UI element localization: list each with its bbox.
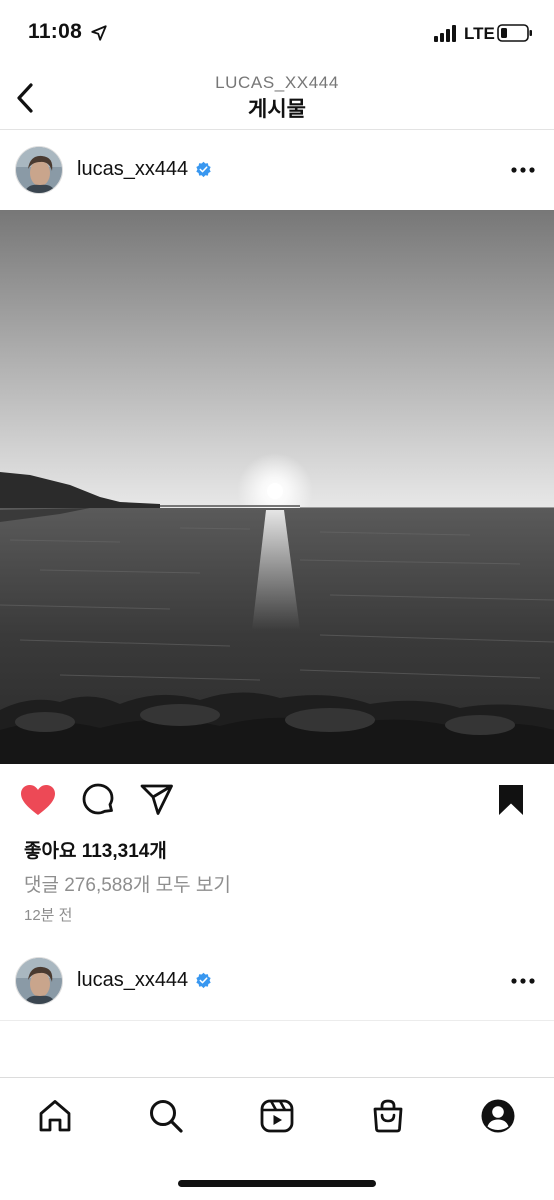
page-title: 게시물	[248, 98, 306, 121]
post-timestamp: 12분 전	[24, 907, 73, 924]
post-username[interactable]: lucas_xx444	[77, 158, 188, 181]
like-button[interactable]	[18, 780, 58, 820]
tab-profile[interactable]	[476, 1094, 520, 1138]
home-indicator	[178, 1180, 376, 1187]
next-post-username[interactable]: lucas_xx444	[77, 969, 188, 992]
search-icon	[150, 1100, 183, 1133]
post-actions	[0, 778, 554, 822]
view-all-comments-link[interactable]: 댓글 276,588개 모두 보기	[24, 870, 231, 897]
divider	[0, 1020, 554, 1021]
like-count[interactable]: 좋아요 113,314개	[24, 836, 167, 863]
post-photo[interactable]	[0, 210, 554, 764]
verified-badge-icon	[196, 972, 211, 989]
reels-icon	[260, 1099, 294, 1133]
location-arrow-icon	[91, 25, 107, 41]
share-button[interactable]	[137, 780, 177, 820]
battery-icon	[497, 24, 532, 42]
next-post-header: lucas_xx444	[0, 941, 554, 1021]
signal-icon	[434, 25, 456, 42]
username-row: lucas_xx444	[77, 158, 212, 181]
avatar[interactable]	[15, 146, 63, 194]
avatar[interactable]	[15, 957, 63, 1005]
shop-icon	[373, 1099, 403, 1133]
more-options-icon[interactable]	[510, 160, 536, 180]
tab-reels[interactable]	[255, 1094, 299, 1138]
bookmark-filled-icon	[499, 785, 523, 815]
profile-icon	[481, 1099, 515, 1133]
send-icon	[140, 784, 173, 815]
heart-filled-icon	[21, 785, 55, 815]
header-subtitle: LUCAS_XX444	[215, 73, 339, 92]
comment-icon	[82, 783, 114, 815]
top-nav-bar: LUCAS_XX444 게시물	[0, 70, 554, 130]
home-icon	[39, 1100, 71, 1132]
tab-search[interactable]	[144, 1094, 188, 1138]
status-time: 11:08	[28, 20, 83, 43]
post-header: lucas_xx444	[0, 130, 554, 210]
save-button[interactable]	[491, 780, 531, 820]
network-label: LTE	[464, 24, 495, 43]
tab-shop[interactable]	[366, 1094, 410, 1138]
status-bar: 11:08 LTE	[0, 0, 554, 70]
comment-button[interactable]	[78, 780, 118, 820]
verified-badge-icon	[196, 161, 211, 178]
more-options-icon[interactable]	[510, 971, 536, 991]
tab-home[interactable]	[33, 1094, 77, 1138]
username-row: lucas_xx444	[77, 969, 212, 992]
